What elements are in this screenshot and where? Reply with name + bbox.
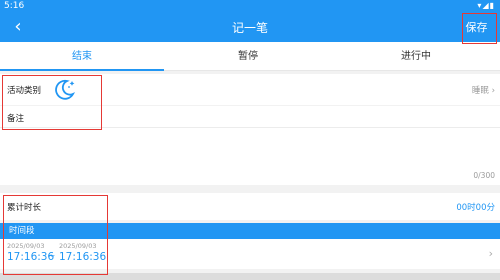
activity-category-value: 睡眠 › (472, 84, 495, 96)
tab-bar: 结束 暂停 进行中 (0, 42, 500, 71)
duration-value: 00时00分 (456, 203, 495, 213)
status-icons: ▾◢▮ (477, 1, 495, 10)
chevron-right-icon: › (488, 247, 493, 260)
note-row: 备注 (0, 106, 500, 127)
save-button[interactable]: 保存 (462, 17, 491, 38)
period-end-time[interactable]: 17:16:36 (59, 251, 106, 263)
active-tab-indicator (0, 69, 164, 71)
activity-category-label: 活动类别 (7, 86, 42, 96)
note-char-counter: 0/300 (473, 171, 495, 180)
period-row[interactable]: 2025/09/03 2025/09/03 17:16:36 ~ 17:16:3… (0, 239, 500, 269)
app-bar: ‹ 记一笔 保存 (0, 13, 500, 42)
duration-row: 累计时长 00时00分 (0, 193, 500, 220)
note-input[interactable]: 0/300 (0, 127, 500, 185)
tab-finished[interactable]: 结束 (0, 42, 164, 71)
period-header: 时间段 (0, 223, 500, 239)
chevron-right-icon: › (491, 86, 495, 96)
duration-label: 累计时长 (7, 203, 42, 213)
page-title: 记一笔 (231, 21, 268, 35)
note-label: 备注 (7, 114, 25, 124)
bottom-strip (0, 273, 500, 280)
activity-category-row[interactable]: 活动类别 睡眠 › (0, 74, 500, 105)
period-start-date: 2025/09/03 (7, 242, 45, 250)
tab-paused[interactable]: 暂停 (164, 42, 332, 71)
activity-value-text: 睡眠 (471, 86, 489, 96)
tab-in-progress[interactable]: 进行中 (332, 42, 500, 71)
moon-icon (55, 79, 76, 100)
period-separator: ~ (47, 251, 56, 262)
period-end-date: 2025/09/03 (59, 242, 97, 250)
status-time: 5:16 (4, 1, 25, 11)
status-bar: 5:16 ▾◢▮ (0, 0, 500, 13)
